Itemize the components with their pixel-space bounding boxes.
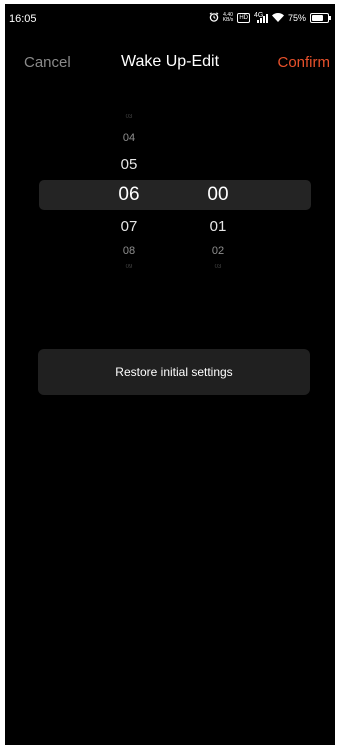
hour-option[interactable]: 09 [109,264,149,270]
hd-icon: HD [237,13,250,23]
battery-icon [310,13,331,23]
minute-option[interactable]: 03 [198,264,238,270]
hour-option[interactable]: 07 [109,218,149,235]
time-picker: 03 04 05 06 07 08 09 00 01 02 03 [5,112,335,282]
header: Cancel Wake Up-Edit Confirm [5,48,335,78]
restore-initial-settings-button[interactable]: Restore initial settings [38,349,310,395]
status-bar: 16:05 4.40 KB/s HD 4G 75% [5,4,335,34]
confirm-button[interactable]: Confirm [277,54,330,71]
minute-selected-value[interactable]: 00 [198,184,238,206]
app-screen: 16:05 4.40 KB/s HD 4G 75% Cancel Wake Up… [5,4,335,745]
alarm-icon [209,12,219,24]
wifi-icon [271,12,284,24]
battery-fill [312,15,323,21]
net-speed-indicator: 4.40 KB/s [223,13,234,23]
signal-label: 4G [253,11,264,19]
battery-tip [329,16,331,20]
status-time: 16:05 [9,13,37,25]
minute-option[interactable]: 02 [198,245,238,257]
hour-picker-wheel[interactable]: 03 04 05 06 07 08 09 [109,112,149,282]
minute-picker-wheel[interactable]: 00 01 02 03 [198,112,238,282]
minute-option[interactable]: 01 [198,218,238,235]
hour-selected-value[interactable]: 06 [109,184,149,206]
picker-selection-band [39,180,311,210]
signal-icon: 4G [253,11,268,23]
hour-option[interactable]: 03 [109,114,149,120]
hour-option[interactable]: 05 [109,156,149,173]
hour-option[interactable]: 04 [109,132,149,144]
hour-option[interactable]: 08 [109,245,149,257]
battery-percent: 75% [287,13,306,23]
status-icons: 4.40 KB/s HD 4G 75% [209,11,331,24]
net-speed-unit: KB/s [222,17,234,23]
